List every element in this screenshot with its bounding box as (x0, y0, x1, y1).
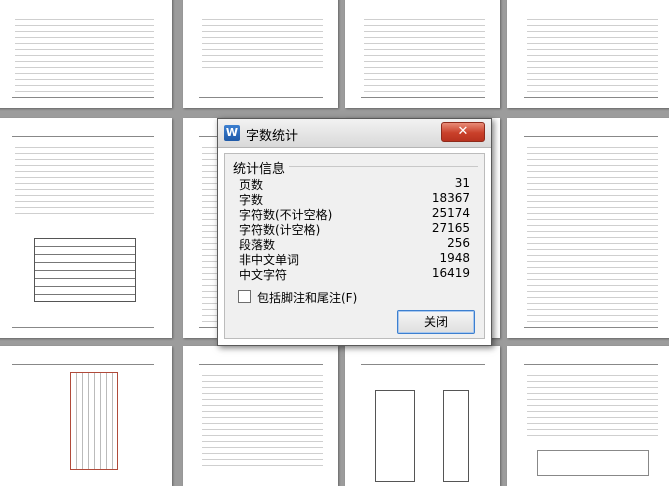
stat-value: 256 (447, 236, 470, 250)
stat-value: 18367 (431, 191, 470, 205)
stat-row-pages: 页数 31 (239, 176, 470, 192)
stat-row-non-chinese-words: 非中文单词 1948 (239, 251, 470, 267)
group-divider (289, 166, 478, 167)
document-page[interactable] (183, 346, 338, 486)
include-footnotes-checkbox[interactable] (238, 290, 251, 303)
stat-value: 27165 (431, 221, 470, 235)
stat-row-chars-with-spaces: 字符数(计空格) 27165 (239, 221, 470, 237)
stat-value: 31 (454, 176, 470, 190)
stat-value: 16419 (431, 266, 470, 280)
stat-row-words: 字数 18367 (239, 191, 470, 207)
document-page[interactable] (183, 0, 338, 108)
dialog-titlebar[interactable]: W 字数统计 ✕ (218, 119, 491, 148)
document-page[interactable] (507, 0, 669, 108)
stat-value: 1948 (439, 251, 470, 265)
dialog-title: 字数统计 (246, 129, 299, 144)
include-footnotes-label[interactable]: 包括脚注和尾注(F) (257, 289, 357, 306)
document-page[interactable] (0, 0, 172, 108)
document-page[interactable] (507, 346, 669, 486)
close-button[interactable]: 关闭 (397, 310, 475, 334)
wps-writer-icon: W (224, 125, 240, 141)
stat-label: 中文字符 (239, 268, 288, 282)
document-page[interactable] (345, 0, 500, 108)
stat-row-chars-no-spaces: 字符数(不计空格) 25174 (239, 206, 470, 222)
close-icon[interactable]: ✕ (441, 122, 485, 142)
word-count-dialog: W 字数统计 ✕ 统计信息 页数 31 字数 18367 字符数(不计空格) 2… (217, 118, 492, 346)
document-page[interactable] (0, 346, 172, 486)
document-page[interactable] (0, 118, 172, 338)
stat-value: 25174 (431, 206, 470, 220)
stat-row-paragraphs: 段落数 256 (239, 236, 470, 252)
stats-group-label: 统计信息 (233, 162, 286, 177)
document-page[interactable] (507, 118, 669, 338)
document-page[interactable] (345, 346, 500, 486)
stat-row-chinese-chars: 中文字符 16419 (239, 266, 470, 282)
